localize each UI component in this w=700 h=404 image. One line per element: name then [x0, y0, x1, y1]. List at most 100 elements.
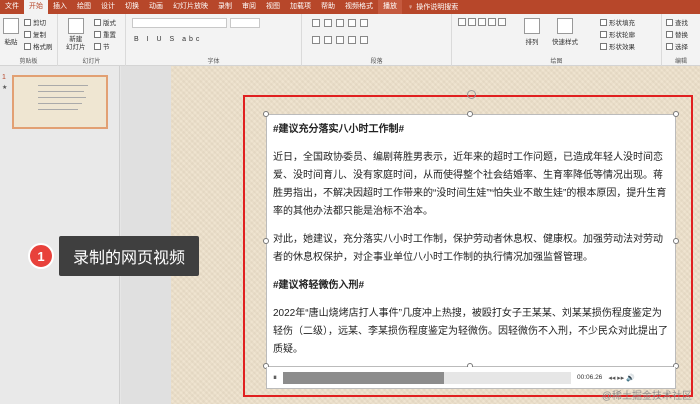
justify-icon: [348, 36, 356, 44]
copy-button[interactable]: 复制: [24, 29, 46, 39]
menu-tab[interactable]: 视频格式: [340, 0, 378, 14]
font-group: B I U S abc 字体: [126, 14, 302, 66]
menu-tab[interactable]: 切换: [120, 0, 144, 14]
shape-triangle-icon: [498, 18, 506, 26]
step-callout: 1 录制的网页视频: [28, 236, 200, 276]
font-format-buttons[interactable]: B I U S abc: [134, 36, 202, 43]
indent-icon: [336, 19, 344, 27]
menu-tab[interactable]: 绘图: [72, 0, 96, 14]
section-icon: [94, 42, 101, 50]
quick-styles-button[interactable]: 快速样式: [552, 18, 578, 46]
doc-paragraph: 2022年“唐山烧烤店打人事件”几度冲上热搜，被殴打女子王某某、刘某某损伤程度鉴…: [273, 308, 668, 355]
slides-panel: 1 ★: [0, 66, 120, 404]
resize-handle[interactable]: [673, 111, 679, 117]
resize-handle[interactable]: [263, 238, 269, 244]
menu-tab[interactable]: 文件: [0, 0, 24, 14]
editing-group-label: 编辑: [674, 59, 687, 65]
columns-icon: [360, 36, 368, 44]
video-frame[interactable]: #建议充分落实八小时工作制# 近日，全国政协委员、编剧蒋胜男表示，近年来的超时工作…: [266, 114, 676, 367]
shape-arrow-icon: [488, 18, 496, 26]
menu-tab[interactable]: 设计: [96, 0, 120, 14]
resize-handle[interactable]: [263, 111, 269, 117]
outdent-icon: [348, 19, 356, 27]
arrange-button[interactable]: 排列: [524, 18, 540, 46]
paste-button[interactable]: 粘贴: [3, 18, 19, 46]
shape-outline-button[interactable]: 形状轮廓: [600, 29, 635, 39]
new-slide-icon: [67, 18, 84, 34]
font-group-label: 字体: [207, 59, 220, 65]
drawing-group: 排列 快速样式 形状填充 形状轮廓 形状效果 绘图: [452, 14, 662, 66]
brush-icon: [24, 42, 31, 50]
doc-heading: #建议将轻微伤入刑#: [273, 280, 365, 291]
fill-bucket-icon: [600, 18, 607, 26]
new-slide-button[interactable]: 新建 幻灯片: [66, 18, 86, 52]
format-painter-button[interactable]: 格式刷: [24, 41, 53, 51]
menu-bar: 文件 开始 插入 绘图 设计 切换 动画 幻灯片放映 录制 审阅 视图 加载项 帮助 视频格式 播放 ♀ 操作说…: [0, 0, 700, 14]
scissors-icon: [24, 18, 31, 26]
ribbon: 粘贴 剪切 复制 格式刷 剪贴板 新建 幻灯片 版式 重置 节 幻灯片 B I …: [0, 14, 700, 66]
align-center-icon: [324, 36, 332, 44]
cut-button[interactable]: 剪切: [24, 17, 46, 27]
player-controls[interactable]: ◂◂ ▸▸ 🔊: [608, 374, 635, 382]
menu-tab[interactable]: 视图: [261, 0, 285, 14]
clipboard-group-label: 剪贴板: [19, 59, 38, 65]
resize-handle[interactable]: [467, 111, 473, 117]
align-buttons[interactable]: [312, 36, 368, 44]
menu-tab[interactable]: 开始: [24, 0, 48, 14]
slide-thumbnail[interactable]: [12, 75, 108, 129]
list-buttons[interactable]: [312, 19, 368, 27]
progress-track[interactable]: [283, 371, 571, 384]
lightbulb-icon: ♀: [408, 3, 414, 11]
menu-tab[interactable]: 幻灯片放映: [168, 0, 213, 14]
bullets-icon: [312, 19, 320, 27]
search-label: 操作说明搜索: [416, 4, 459, 11]
reset-button[interactable]: 重置: [94, 29, 116, 39]
section-button[interactable]: 节: [94, 41, 110, 51]
shape-line-icon: [478, 18, 486, 26]
playback-time: 00:06.26: [577, 374, 603, 381]
menu-tab[interactable]: 录制: [213, 0, 237, 14]
menu-tab[interactable]: 插入: [48, 0, 72, 14]
doc-paragraph: 近日，全国政协委员、编剧蒋胜男表示，近年来的超时工作问题，已造成年轻人没时间恋爱…: [273, 152, 667, 217]
select-button[interactable]: 选择: [666, 41, 688, 51]
replace-button[interactable]: 替换: [666, 29, 688, 39]
progress-fill: [283, 371, 445, 384]
slides-group: 新建 幻灯片 版式 重置 节 幻灯片: [58, 14, 126, 66]
reset-icon: [94, 30, 101, 38]
font-name-combo[interactable]: [132, 18, 227, 28]
slide-number: 1: [2, 74, 6, 81]
menu-tab[interactable]: 加载项: [285, 0, 316, 14]
find-button[interactable]: 查找: [666, 17, 688, 27]
effects-icon: [600, 42, 607, 50]
pause-icon[interactable]: ⏸: [273, 373, 277, 383]
rotate-handle-icon[interactable]: [467, 90, 476, 99]
cursor-icon: [666, 42, 673, 50]
font-size-combo[interactable]: [230, 18, 260, 28]
editing-group: 查找 替换 选择 编辑: [662, 14, 700, 66]
copy-icon: [24, 30, 31, 38]
slides-group-label: 幻灯片: [82, 59, 101, 65]
shapes-gallery[interactable]: [458, 18, 518, 26]
paragraph-group: 段落: [302, 14, 452, 66]
pen-icon: [600, 30, 607, 38]
video-player-bar: ⏸ 00:06.26 ◂◂ ▸▸ 🔊: [266, 367, 676, 389]
align-right-icon: [336, 36, 344, 44]
tell-me-search[interactable]: ♀ 操作说明搜索: [408, 2, 458, 12]
paste-icon: [3, 18, 19, 34]
search-icon: [666, 18, 673, 26]
step-number-badge: 1: [28, 243, 54, 269]
step-label: 录制的网页视频: [59, 236, 200, 276]
paragraph-group-label: 段落: [370, 59, 383, 65]
doc-heading: #建议充分落实八小时工作制#: [273, 124, 405, 135]
shape-effects-button[interactable]: 形状效果: [600, 41, 635, 51]
resize-handle[interactable]: [673, 238, 679, 244]
menu-tab[interactable]: 帮助: [316, 0, 340, 14]
clipboard-group: 粘贴 剪切 复制 格式刷 剪贴板: [0, 14, 58, 66]
layout-button[interactable]: 版式: [94, 17, 116, 27]
menu-tab[interactable]: 播放: [378, 0, 402, 14]
menu-tab[interactable]: 审阅: [237, 0, 261, 14]
menu-tab[interactable]: 动画: [144, 0, 168, 14]
slide-star-icon: ★: [2, 85, 8, 91]
shape-fill-button[interactable]: 形状填充: [600, 17, 635, 27]
layout-icon: [94, 18, 101, 26]
